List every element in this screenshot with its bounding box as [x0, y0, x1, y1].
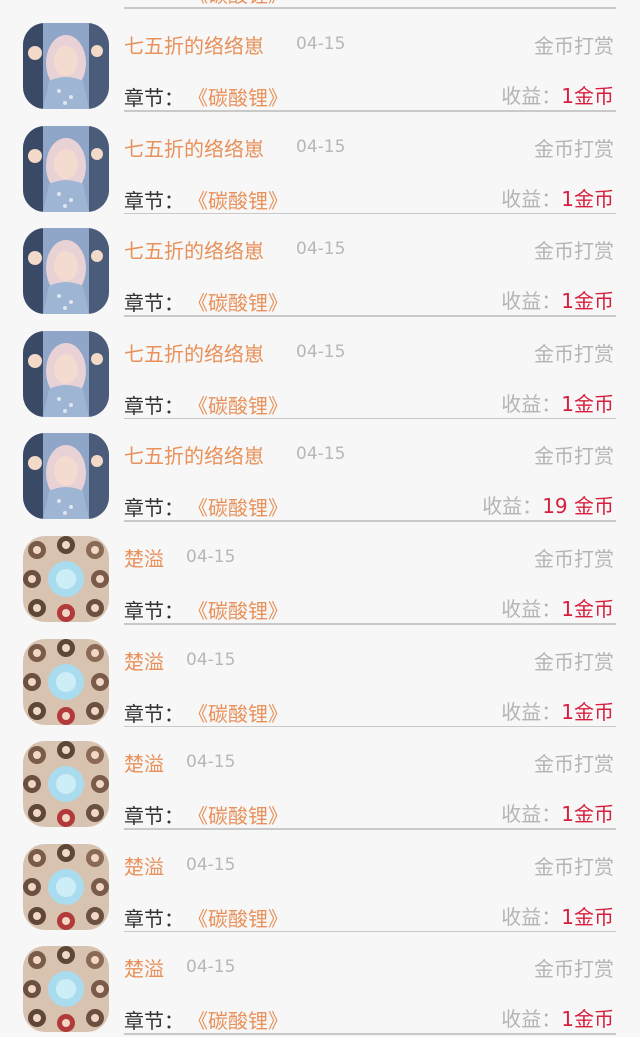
- username[interactable]: 楚溢: [124, 748, 164, 777]
- chapter-title[interactable]: 《碳酸锂》: [188, 1005, 288, 1034]
- group-circle-icon: [23, 536, 109, 622]
- reward-record-row[interactable]: 七五折的络络崽 04-15 金币打赏 章节： 《碳酸锂》 收益：1金币: [0, 0, 640, 112]
- username[interactable]: 楚溢: [124, 851, 164, 880]
- group-circle-avatar[interactable]: [23, 946, 109, 1033]
- girl-portrait-icon: [23, 433, 109, 520]
- group-circle-avatar[interactable]: [23, 638, 109, 725]
- record-date: 04-15: [296, 136, 346, 157]
- girl-portrait-icon: [23, 228, 109, 315]
- earnings: 收益：1金币: [501, 1003, 614, 1032]
- gift-type: 金币打赏: [534, 34, 614, 58]
- reward-record-row[interactable]: 楚溢 04-15 金币打赏 章节： 《碳酸锂》 收益：1金币: [0, 616, 640, 728]
- record-date: 04-15: [186, 854, 236, 875]
- girl-portrait-avatar[interactable]: [23, 433, 109, 520]
- group-circle-avatar[interactable]: [23, 741, 109, 828]
- username[interactable]: 七五折的络络崽: [124, 30, 264, 59]
- reward-record-row[interactable]: 楚溢 04-15 金币打赏 章节： 《碳酸锂》 收益：1金币: [0, 923, 640, 1035]
- record-date: 04-15: [186, 957, 236, 978]
- group-circle-icon: [23, 638, 109, 725]
- group-circle-avatar[interactable]: [23, 843, 109, 930]
- username[interactable]: 七五折的络络崽: [124, 440, 264, 469]
- record-date: 04-15: [296, 34, 346, 54]
- gift-type: 金币打赏: [534, 444, 614, 469]
- group-circle-avatar[interactable]: [23, 536, 109, 622]
- reward-record-row[interactable]: 楚溢 04-15 金币打赏 章节： 《碳酸锂》 收益：1金币: [0, 718, 640, 830]
- record-date: 04-15: [186, 752, 236, 773]
- earnings-label: 收益：: [501, 1007, 562, 1032]
- username[interactable]: 楚溢: [124, 646, 164, 675]
- gift-type: 金币打赏: [534, 854, 614, 879]
- girl-portrait-avatar[interactable]: [23, 228, 109, 315]
- record-date: 04-15: [186, 649, 236, 670]
- reward-record-row[interactable]: 楚溢 04-15 金币打赏 章节： 《碳酸锂》 收益：1金币: [0, 821, 640, 933]
- reward-record-row[interactable]: 七五折的络络崽 04-15 金币打赏 章节： 《碳酸锂》 收益：1金币: [0, 103, 640, 215]
- girl-portrait-avatar[interactable]: [23, 23, 109, 109]
- row-divider: [124, 1033, 616, 1035]
- reward-record-row[interactable]: 七五折的络络崽 04-15 金币打赏 章节： 《碳酸锂》 收益：19 金币: [0, 410, 640, 522]
- record-date: 04-15: [296, 444, 346, 465]
- record-date: 04-15: [296, 239, 346, 260]
- username[interactable]: 楚溢: [124, 543, 164, 572]
- reward-record-row[interactable]: 七五折的络络崽 04-15 金币打赏 章节： 《碳酸锂》 收益：1金币: [0, 205, 640, 317]
- girl-portrait-icon: [23, 330, 109, 417]
- reward-record-row[interactable]: 楚溢 04-15 金币打赏 章节： 《碳酸锂》 收益：1金币: [0, 513, 640, 625]
- username[interactable]: 七五折的络络崽: [124, 338, 264, 367]
- username[interactable]: 七五折的络络崽: [124, 133, 264, 162]
- girl-portrait-avatar[interactable]: [23, 125, 109, 212]
- record-date: 04-15: [296, 341, 346, 362]
- reward-record-list[interactable]: 《碳酸锂》 七五折的络络崽 04-15 金币打赏 章节： 《碳酸锂》 收益：: [0, 0, 640, 1037]
- group-circle-icon: [23, 741, 109, 828]
- gift-type: 金币打赏: [534, 957, 614, 982]
- girl-portrait-icon: [23, 125, 109, 212]
- username[interactable]: 七五折的络络崽: [124, 235, 264, 264]
- earnings-value: 1金币: [561, 1007, 614, 1032]
- username[interactable]: 楚溢: [124, 953, 164, 982]
- gift-type: 金币打赏: [534, 239, 614, 264]
- chapter-label: 章节：: [124, 1009, 184, 1034]
- girl-portrait-avatar[interactable]: [23, 330, 109, 417]
- gift-type: 金币打赏: [534, 547, 614, 571]
- gift-type: 金币打赏: [534, 136, 614, 161]
- record-date: 04-15: [186, 547, 236, 567]
- gift-type: 金币打赏: [534, 649, 614, 674]
- reward-record-row[interactable]: 七五折的络络崽 04-15 金币打赏 章节： 《碳酸锂》 收益：1金币: [0, 308, 640, 420]
- gift-type: 金币打赏: [534, 341, 614, 366]
- girl-portrait-icon: [23, 23, 109, 109]
- gift-type: 金币打赏: [534, 752, 614, 777]
- group-circle-icon: [23, 843, 109, 930]
- group-circle-icon: [23, 946, 109, 1033]
